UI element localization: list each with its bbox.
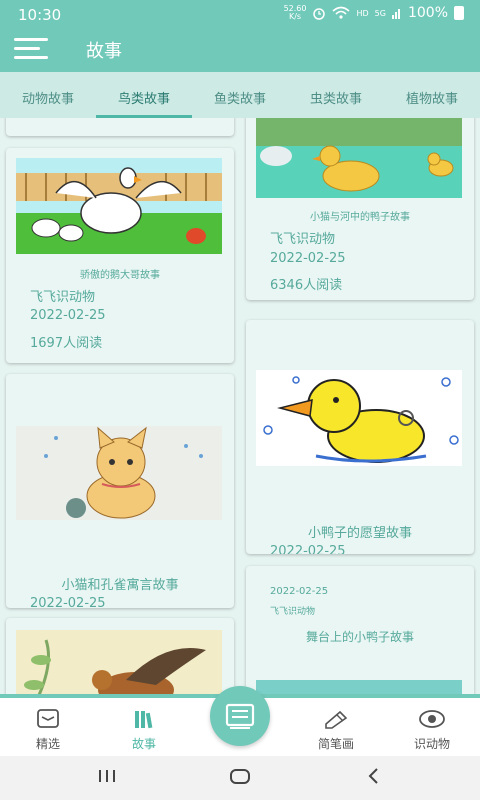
story-date: 2022-02-25	[270, 586, 329, 597]
status-time: 10:30	[18, 6, 62, 24]
story-title: 小猫和孔雀寓言故事	[61, 578, 179, 593]
system-nav-bar	[0, 756, 480, 800]
network-speed: 52.60 K/s	[283, 4, 307, 21]
goose-illustration	[16, 158, 222, 254]
nav-stories[interactable]: 故事	[104, 708, 184, 752]
signal-label: 5G	[374, 8, 386, 18]
story-card[interactable]: 小猫和孔雀寓言故事 2022-02-25	[6, 374, 234, 608]
story-card[interactable]: 小鸭子的愿望故事 2022-02-25	[246, 320, 474, 554]
story-date: 2022-02-25	[30, 596, 106, 608]
tab-bird-stories[interactable]: 鸟类故事	[96, 72, 192, 118]
story-card[interactable]	[6, 618, 234, 694]
story-card-partial[interactable]	[6, 118, 234, 136]
category-tabs: 动物故事 鸟类故事 鱼类故事 虫类故事 植物故事	[0, 72, 480, 118]
battery-percent: 100%	[407, 5, 448, 21]
featured-icon	[37, 709, 59, 728]
story-card[interactable]: 小猫与河中的鸭子故事 飞飞识动物 2022-02-25 6346人阅读	[246, 118, 474, 300]
status-bar: 10:30 52.60 K/s HD 5G 100%	[0, 0, 480, 28]
nav-featured[interactable]: 精选	[8, 708, 88, 752]
tab-fish-stories[interactable]: 鱼类故事	[192, 72, 288, 118]
tab-animal-stories[interactable]: 动物故事	[0, 72, 96, 118]
story-title: 舞台上的小鸭子故事	[305, 630, 414, 644]
recent-apps-icon[interactable]	[96, 766, 120, 786]
story-author: 飞飞识动物	[270, 607, 316, 617]
nav-drawing[interactable]: 简笔画	[296, 708, 376, 752]
eye-icon	[419, 710, 445, 728]
tab-plant-stories[interactable]: 植物故事	[384, 72, 480, 118]
story-author: 飞飞识动物	[270, 232, 336, 247]
home-icon[interactable]	[228, 766, 252, 786]
ducks-illustration	[256, 118, 462, 198]
book-icon	[225, 703, 255, 729]
story-thumbnail	[16, 158, 222, 254]
hd-label: HD	[356, 8, 369, 18]
story-thumbnail	[16, 426, 222, 520]
story-date: 2022-02-25	[270, 544, 346, 554]
story-thumbnail	[256, 370, 462, 466]
wifi-icon	[332, 6, 351, 19]
alarm-icon	[313, 8, 326, 20]
nav-identify-animals[interactable]: 识动物	[392, 708, 472, 752]
story-title: 小鸭子的愿望故事	[307, 526, 412, 541]
bird-illustration	[16, 630, 222, 694]
story-reads: 1697人阅读	[30, 336, 103, 351]
story-feed[interactable]: 骄傲的鹅大哥故事 飞飞识动物 2022-02-25 1697人阅读 小猫与河中的…	[0, 118, 480, 694]
app-bar: 故事	[0, 28, 480, 72]
story-date: 2022-02-25	[270, 251, 346, 266]
story-reads: 6346人阅读	[270, 278, 343, 293]
stories-icon	[135, 711, 153, 729]
back-icon[interactable]	[362, 766, 386, 786]
story-date: 2022-02-25	[30, 308, 106, 323]
page-title: 故事	[86, 41, 122, 62]
cat-illustration	[16, 426, 222, 520]
nav-book-center[interactable]	[210, 686, 270, 746]
story-thumbnail	[16, 630, 222, 694]
story-title: 骄傲的鹅大哥故事	[80, 270, 160, 281]
story-thumbnail	[256, 680, 462, 694]
duckling-illustration	[256, 370, 462, 466]
signal-icon	[391, 9, 400, 19]
story-thumbnail	[256, 118, 462, 198]
story-title: 小猫与河中的鸭子故事	[310, 212, 410, 223]
menu-icon[interactable]	[14, 38, 50, 60]
drawing-icon	[325, 710, 348, 729]
tab-insect-stories[interactable]: 虫类故事	[288, 72, 384, 118]
battery-icon	[454, 6, 464, 20]
status-icons: 52.60 K/s HD 5G 100%	[284, 5, 464, 21]
bottom-nav: 精选 故事 简笔画 识动物	[0, 686, 480, 756]
story-card[interactable]: 2022-02-25 飞飞识动物 舞台上的小鸭子故事	[246, 566, 474, 694]
story-card[interactable]: 骄傲的鹅大哥故事 飞飞识动物 2022-02-25 1697人阅读	[6, 148, 234, 363]
story-author: 飞飞识动物	[30, 290, 96, 305]
